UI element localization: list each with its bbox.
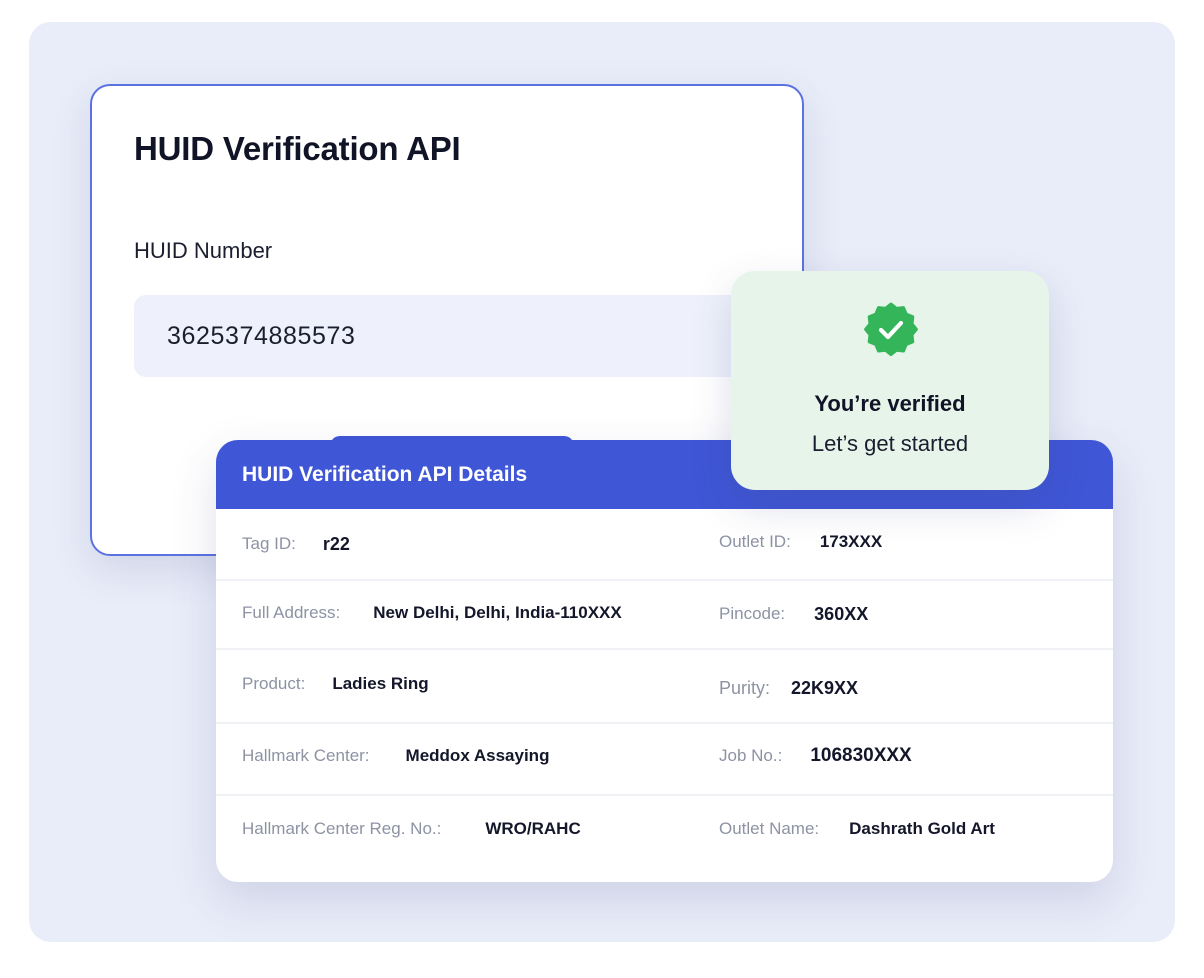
verified-badge-icon	[864, 302, 918, 357]
detail-row: Tag ID: r22 Outlet ID: 173XXX	[216, 509, 1113, 581]
huid-number-value: 3625374885573	[167, 321, 356, 350]
huid-number-label: HUID Number	[134, 238, 273, 263]
detail-label: Job No.:	[719, 746, 783, 765]
form-title: HUID Verification API	[134, 130, 461, 167]
detail-outlet-name: Outlet Name: Dashrath Gold Art	[719, 796, 995, 862]
detail-row: Full Address: New Delhi, Delhi, India-11…	[216, 581, 1113, 650]
detail-label: Hallmark Center Reg. No.:	[242, 819, 442, 838]
detail-label: Pincode:	[719, 604, 786, 623]
detail-tag-id: Tag ID: r22	[242, 509, 350, 579]
detail-value: New Delhi, Delhi, India-110XXX	[373, 603, 622, 622]
detail-value: 173XXX	[819, 532, 883, 551]
detail-value: 22K9XX	[791, 678, 859, 698]
huid-details-card: HUID Verification API Details Tag ID: r2…	[216, 440, 1113, 882]
verified-popup: You’re verified Let’s get started	[731, 271, 1049, 490]
detail-outlet-id: Outlet ID: 173XXX	[719, 509, 882, 575]
detail-value: 360XX	[814, 603, 869, 624]
detail-value: WRO/RAHC	[485, 819, 581, 838]
detail-label: Outlet ID:	[719, 532, 791, 551]
detail-value: Ladies Ring	[332, 674, 429, 693]
detail-label: Hallmark Center:	[242, 746, 370, 765]
detail-purity: Purity: 22K9XX	[719, 650, 858, 727]
detail-pincode: Pincode: 360XX	[719, 581, 868, 647]
detail-label: Product:	[242, 674, 306, 693]
detail-value: 106830XXX	[810, 745, 912, 766]
huid-number-input[interactable]: 3625374885573	[134, 295, 774, 377]
detail-hallmark-center: Hallmark Center: Meddox Assaying	[242, 724, 549, 788]
detail-label: Full Address:	[242, 603, 341, 622]
details-title: HUID Verification API Details	[242, 462, 528, 486]
detail-row: Product: Ladies Ring Purity: 22K9XX	[216, 650, 1113, 724]
verified-title: You’re verified	[814, 391, 966, 416]
detail-value: r22	[322, 533, 350, 554]
detail-job-no: Job No.: 106830XXX	[719, 724, 912, 788]
detail-label: Outlet Name:	[719, 819, 820, 838]
detail-full-address: Full Address: New Delhi, Delhi, India-11…	[242, 581, 622, 645]
detail-label: Purity:	[719, 678, 771, 698]
detail-row: Hallmark Center: Meddox Assaying Job No.…	[216, 724, 1113, 796]
detail-product: Product: Ladies Ring	[242, 650, 429, 718]
detail-row: Hallmark Center Reg. No.: WRO/RAHC Outle…	[216, 796, 1113, 882]
detail-label: Tag ID:	[242, 534, 296, 553]
verified-subtitle: Let’s get started	[811, 431, 969, 456]
detail-hallmark-reg-no: Hallmark Center Reg. No.: WRO/RAHC	[242, 796, 581, 862]
detail-value: Meddox Assaying	[405, 746, 550, 765]
detail-value: Dashrath Gold Art	[849, 819, 995, 838]
